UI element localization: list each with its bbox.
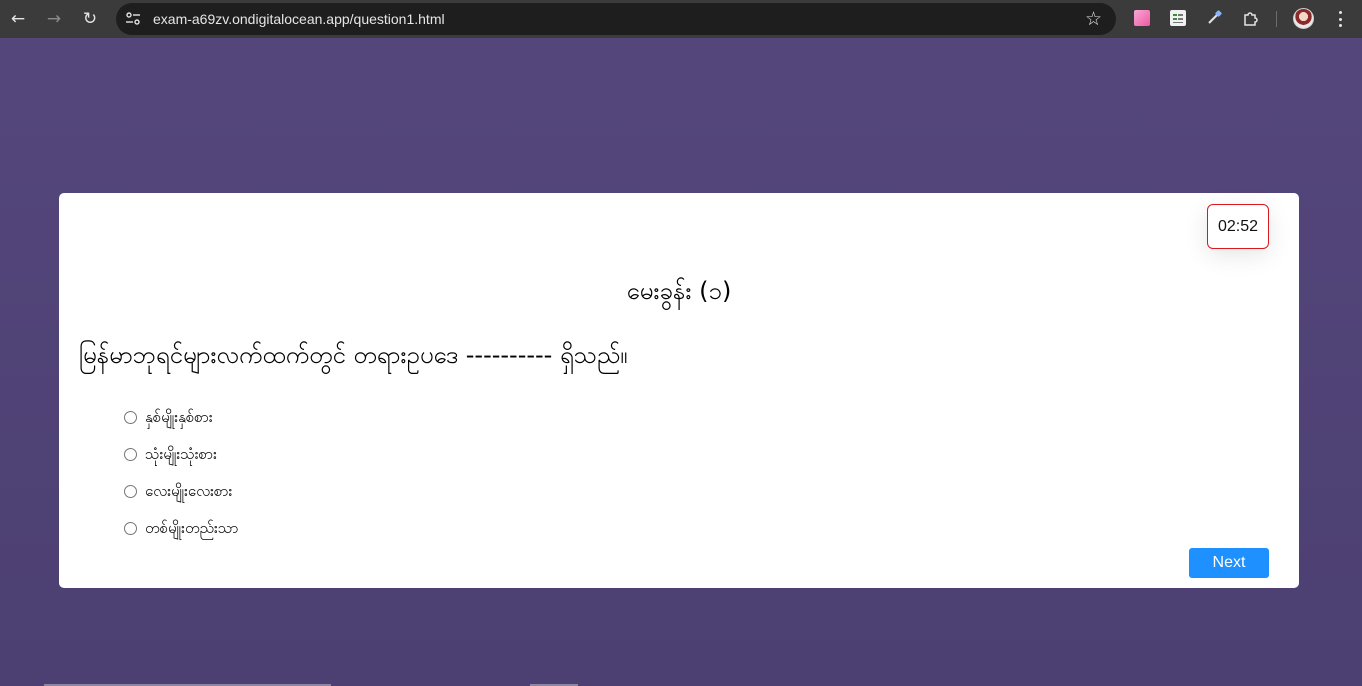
option-label[interactable]: လေးမျိုးလေးစား [145,482,232,504]
radio-button[interactable] [124,522,137,535]
answer-option-3[interactable]: လေးမျိုးလေးစား [124,476,239,513]
toolbar-divider [1276,11,1277,27]
countdown-timer: 02:52 [1207,204,1269,249]
option-label[interactable]: နှစ်မျိုးနှစ်စား [145,408,213,430]
question-text: မြန်မာဘုရင်များလက်ထက်တွင် တရားဥပဒေ -----… [79,341,628,369]
site-info-icon[interactable] [124,10,142,28]
extension-gradient-icon[interactable] [1133,9,1151,27]
eyedropper-icon[interactable] [1205,9,1223,27]
profile-avatar[interactable] [1293,8,1314,29]
more-menu-icon[interactable] [1332,9,1348,29]
question-card: 02:52 မေးခွန်း (၁) မြန်မာဘုရင်များလက်ထက်… [59,193,1299,588]
forward-arrow-icon[interactable]: → [42,7,66,31]
answer-option-1[interactable]: နှစ်မျိုးနှစ်စား [124,402,239,439]
extension-sheet-icon[interactable] [1169,9,1187,27]
radio-button[interactable] [124,485,137,498]
radio-button[interactable] [124,448,137,461]
option-label[interactable]: တစ်မျိုးတည်းသာ [145,519,239,541]
bookmark-star-icon[interactable]: ☆ [1085,8,1102,30]
answer-options: နှစ်မျိုးနှစ်စား သုံးမျိုးသုံးစား လေးမျိ… [124,402,239,550]
url-text[interactable]: exam-a69zv.ondigitalocean.app/question1.… [153,11,445,27]
extensions-puzzle-icon[interactable] [1241,9,1259,27]
answer-option-4[interactable]: တစ်မျိုးတည်းသာ [124,513,239,550]
reload-icon[interactable]: ↻ [78,7,102,31]
address-bar[interactable]: exam-a69zv.ondigitalocean.app/question1.… [116,3,1116,35]
option-label[interactable]: သုံးမျိုးသုံးစား [145,445,217,467]
answer-option-2[interactable]: သုံးမျိုးသုံးစား [124,439,239,476]
radio-button[interactable] [124,411,137,424]
back-arrow-icon[interactable]: ← [6,7,30,31]
browser-toolbar: ← → ↻ exam-a69zv.ondigitalocean.app/ques… [0,0,1362,38]
question-number-heading: မေးခွန်း (၁) [626,277,732,305]
next-button[interactable]: Next [1189,548,1269,578]
